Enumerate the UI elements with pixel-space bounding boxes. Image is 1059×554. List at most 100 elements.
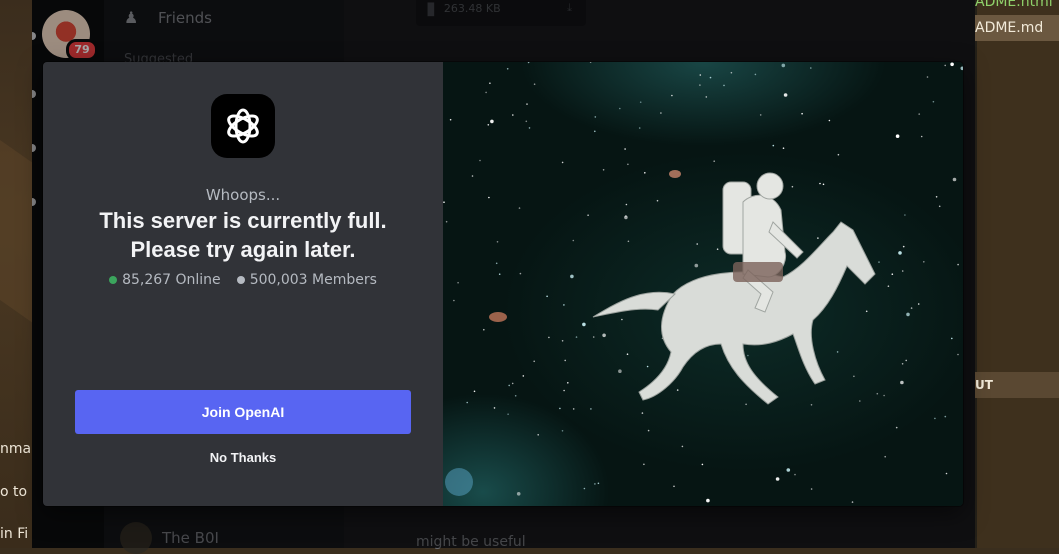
star (575, 336, 578, 338)
server-full-modal: Whoops... This server is currently full.… (43, 62, 963, 506)
star (822, 183, 825, 186)
star (590, 408, 592, 410)
star (533, 83, 536, 85)
star (781, 63, 786, 68)
star (646, 365, 649, 368)
star (810, 404, 813, 406)
star (587, 214, 589, 216)
star (920, 135, 923, 138)
star (483, 328, 485, 331)
star (837, 153, 840, 156)
join-server-button[interactable]: Join OpenAI (75, 390, 411, 434)
no-thanks-button[interactable]: No Thanks (193, 448, 293, 468)
star (563, 389, 565, 392)
star (479, 159, 481, 162)
star (656, 199, 659, 202)
star (563, 304, 565, 306)
star (701, 463, 704, 466)
star (944, 415, 947, 418)
editor-panel: ADME.html ADME.md UT (975, 0, 1059, 548)
star (627, 240, 630, 243)
star (498, 273, 501, 275)
star (496, 241, 499, 243)
star (639, 101, 642, 103)
star (488, 196, 490, 199)
file-entry-html[interactable]: ADME.html (975, 0, 1053, 10)
star (644, 172, 646, 174)
star (647, 429, 650, 432)
star (851, 501, 854, 503)
star (449, 118, 452, 121)
star (876, 392, 879, 395)
star (900, 380, 904, 385)
star (878, 261, 880, 263)
star (694, 263, 699, 268)
star (618, 369, 622, 374)
star (676, 389, 679, 391)
star (910, 307, 913, 309)
star (935, 196, 938, 198)
star (895, 134, 900, 138)
star (641, 412, 644, 414)
star (572, 239, 575, 242)
star (801, 112, 803, 115)
star (905, 359, 907, 362)
star (699, 74, 702, 76)
desktop-text-1: nmar (0, 441, 32, 457)
star (817, 237, 819, 239)
star (791, 185, 794, 188)
star (583, 487, 586, 490)
panel-section-header: UT (975, 372, 1059, 398)
star (960, 66, 963, 71)
star (671, 94, 673, 97)
star (902, 245, 905, 248)
members-count: 500,003 Members (249, 272, 377, 288)
file-entry-md[interactable]: ADME.md (975, 15, 1059, 41)
desktop-left-strip: nmar o to I in Fi (0, 0, 32, 548)
star (508, 384, 510, 387)
star (681, 445, 684, 448)
star (883, 394, 885, 397)
star (473, 390, 476, 393)
online-dot-icon (109, 276, 118, 284)
star (528, 127, 531, 129)
star (592, 336, 595, 338)
star (516, 492, 521, 496)
star (917, 303, 920, 305)
star (957, 263, 959, 266)
star (705, 96, 708, 98)
star (594, 483, 596, 485)
star (699, 84, 701, 86)
star (621, 318, 623, 321)
online-stat: 85,267 Online (109, 272, 221, 288)
star (944, 64, 946, 67)
star (772, 144, 775, 147)
star (673, 485, 675, 488)
star (660, 112, 662, 114)
star (895, 426, 898, 429)
star (901, 363, 904, 365)
star (747, 354, 749, 357)
star (783, 93, 788, 97)
star (865, 310, 868, 313)
star (490, 119, 494, 124)
star (525, 120, 528, 123)
star (938, 205, 941, 208)
star (512, 114, 514, 116)
star (445, 220, 448, 223)
star (759, 114, 762, 116)
star (901, 270, 904, 272)
star (582, 322, 586, 327)
star (794, 473, 796, 476)
openai-knot-svg (227, 108, 259, 144)
star (485, 91, 487, 94)
star (709, 76, 712, 79)
star (643, 463, 645, 466)
star (589, 62, 592, 63)
star (559, 407, 561, 410)
star (522, 375, 525, 377)
star (518, 207, 521, 209)
star (533, 360, 535, 363)
star (775, 477, 780, 481)
star (561, 430, 564, 432)
